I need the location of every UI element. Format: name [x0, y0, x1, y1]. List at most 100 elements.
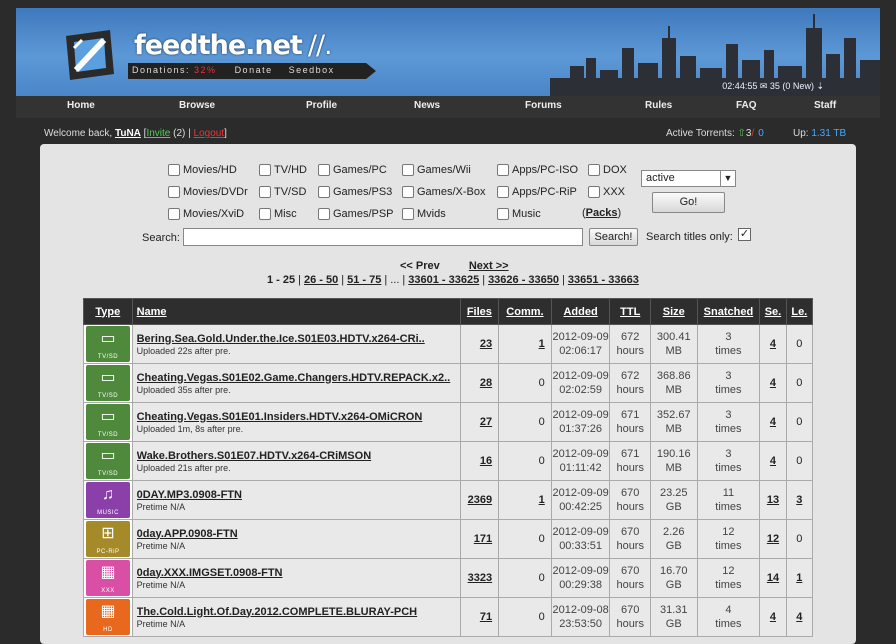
column-header-type[interactable]: Type	[83, 298, 133, 325]
seeders-link[interactable]: 4	[770, 338, 776, 350]
files-link[interactable]: 16	[480, 455, 492, 467]
files-link[interactable]: 71	[480, 611, 492, 623]
category-checkbox[interactable]: Games/PC	[318, 164, 387, 176]
status-filter-select[interactable]: active ▼	[641, 170, 736, 187]
chevron-down-icon[interactable]: ▼	[720, 171, 735, 186]
category-icon[interactable]: ▭ TV/SD	[86, 365, 130, 401]
category-checkbox[interactable]: TV/SD	[259, 186, 306, 198]
category-cell[interactable]: ▭ TV/SD	[83, 402, 133, 442]
search-input[interactable]	[183, 228, 583, 246]
nav-staff[interactable]: Staff	[814, 100, 836, 111]
nav-home[interactable]: Home	[67, 100, 95, 111]
nav-profile[interactable]: Profile	[306, 100, 337, 111]
prev-page-link[interactable]: << Prev	[400, 260, 440, 272]
category-checkbox[interactable]: Music	[497, 208, 541, 220]
leechers-count[interactable]: 1	[796, 572, 802, 584]
category-checkbox[interactable]: DOX	[588, 164, 627, 176]
torrent-name-link[interactable]: The.Cold.Light.Of.Day.2012.COMPLETE.BLUR…	[137, 606, 456, 618]
files-link[interactable]: 28	[480, 377, 492, 389]
category-checkbox[interactable]: Games/PSP	[318, 208, 394, 220]
seeders-link[interactable]: 4	[770, 377, 776, 389]
site-name[interactable]: feedthe.net//.	[134, 30, 333, 61]
column-header-seeders[interactable]: Se.	[759, 298, 787, 325]
arrow-icon[interactable]: ⇣	[816, 81, 824, 91]
column-header-snatched[interactable]: Snatched	[696, 298, 761, 325]
torrent-name-link[interactable]: 0DAY.MP3.0908-FTN	[137, 489, 456, 501]
column-header-added[interactable]: Added	[550, 298, 611, 325]
category-icon[interactable]: ▭ TV/SD	[86, 326, 130, 362]
leechers-count[interactable]: 4	[796, 611, 802, 623]
comments-count[interactable]: 1	[539, 494, 545, 506]
category-icon[interactable]: ▭ TV/SD	[86, 404, 130, 440]
category-cell[interactable]: ▭ TV/SD	[83, 324, 133, 364]
category-icon[interactable]: ⊞ PC-RiP	[86, 521, 130, 557]
column-header-name[interactable]: Name	[131, 298, 461, 325]
torrent-name-link[interactable]: 0day.APP.0908-FTN	[137, 528, 456, 540]
torrent-name-link[interactable]: Cheating.Vegas.S01E01.Insiders.HDTV.x264…	[137, 411, 456, 423]
category-checkbox[interactable]: Apps/PC-RiP	[497, 186, 577, 198]
category-cell[interactable]: ▦ XXX	[83, 558, 133, 598]
column-header-comments[interactable]: Comm.	[498, 298, 552, 325]
column-header-files[interactable]: Files	[459, 298, 500, 325]
site-logo[interactable]	[60, 26, 118, 84]
category-checkbox[interactable]: Games/Wii	[402, 164, 471, 176]
seeders-link[interactable]: 14	[767, 572, 779, 584]
files-link[interactable]: 27	[480, 416, 492, 428]
page-link[interactable]: 33601 - 33625	[408, 274, 479, 286]
category-icon[interactable]: ▦ HD	[86, 599, 130, 635]
username-link[interactable]: TuNA	[115, 128, 141, 139]
category-cell[interactable]: ⊞ PC-RiP	[83, 519, 133, 559]
category-checkbox[interactable]: Movies/XviD	[168, 208, 244, 220]
nav-forums[interactable]: Forums	[525, 100, 562, 111]
torrent-name-link[interactable]: Wake.Brothers.S01E07.HDTV.x264-CRiMSON	[137, 450, 456, 462]
category-cell[interactable]: ▭ TV/SD	[83, 363, 133, 403]
seeders-link[interactable]: 13	[767, 494, 779, 506]
nav-news[interactable]: News	[414, 100, 440, 111]
titles-only-checkbox[interactable]: ✓	[738, 228, 751, 241]
seeders-link[interactable]: 12	[767, 533, 779, 545]
category-checkbox[interactable]: Games/X-Box	[402, 186, 485, 198]
messages-count[interactable]: 35 (0 New)	[770, 81, 814, 91]
seeders-link[interactable]: 4	[770, 455, 776, 467]
category-icon[interactable]: ▦ XXX	[86, 560, 130, 596]
seedbox-link[interactable]: Seedbox	[289, 65, 335, 75]
packs-link[interactable]: (Packs)	[582, 207, 621, 219]
seeders-link[interactable]: 4	[770, 416, 776, 428]
leechers-count[interactable]: 3	[796, 494, 802, 506]
torrent-name-link[interactable]: 0day.XXX.IMGSET.0908-FTN	[137, 567, 456, 579]
category-icon[interactable]: ♫ MUSIC	[86, 482, 130, 518]
nav-rules[interactable]: Rules	[645, 100, 672, 111]
donate-link[interactable]: Donate	[235, 65, 273, 75]
category-icon[interactable]: ▭ TV/SD	[86, 443, 130, 479]
category-checkbox[interactable]: Games/PS3	[318, 186, 392, 198]
category-checkbox[interactable]: Mvids	[402, 208, 446, 220]
page-link[interactable]: 33651 - 33663	[568, 274, 639, 286]
torrent-name-link[interactable]: Cheating.Vegas.S01E02.Game.Changers.HDTV…	[137, 372, 456, 384]
logout-link[interactable]: Logout	[194, 128, 225, 139]
files-link[interactable]: 171	[474, 533, 492, 545]
files-link[interactable]: 3323	[468, 572, 492, 584]
column-header-leechers[interactable]: Le.	[785, 298, 814, 325]
next-page-link[interactable]: Next >>	[469, 260, 509, 272]
category-cell[interactable]: ♫ MUSIC	[83, 480, 133, 520]
page-link[interactable]: 33626 - 33650	[488, 274, 559, 286]
column-header-ttl[interactable]: TTL	[609, 298, 651, 325]
category-checkbox[interactable]: TV/HD	[259, 164, 307, 176]
seeders-link[interactable]: 4	[770, 611, 776, 623]
mail-icon[interactable]: ✉	[760, 81, 768, 91]
search-button[interactable]: Search!	[589, 228, 638, 246]
page-link[interactable]: 51 - 75	[347, 274, 381, 286]
go-button[interactable]: Go!	[652, 192, 725, 213]
comments-count[interactable]: 1	[539, 338, 545, 350]
category-checkbox[interactable]: XXX	[588, 186, 625, 198]
category-checkbox[interactable]: Apps/PC-ISO	[497, 164, 578, 176]
nav-faq[interactable]: FAQ	[736, 100, 757, 111]
column-header-size[interactable]: Size	[649, 298, 698, 325]
page-link[interactable]: 26 - 50	[304, 274, 338, 286]
torrent-name-link[interactable]: Bering.Sea.Gold.Under.the.Ice.S01E03.HDT…	[137, 333, 456, 345]
nav-browse[interactable]: Browse	[179, 100, 215, 111]
category-checkbox[interactable]: Misc	[259, 208, 297, 220]
category-checkbox[interactable]: Movies/HD	[168, 164, 237, 176]
invite-link[interactable]: Invite	[146, 128, 170, 139]
category-checkbox[interactable]: Movies/DVDr	[168, 186, 248, 198]
